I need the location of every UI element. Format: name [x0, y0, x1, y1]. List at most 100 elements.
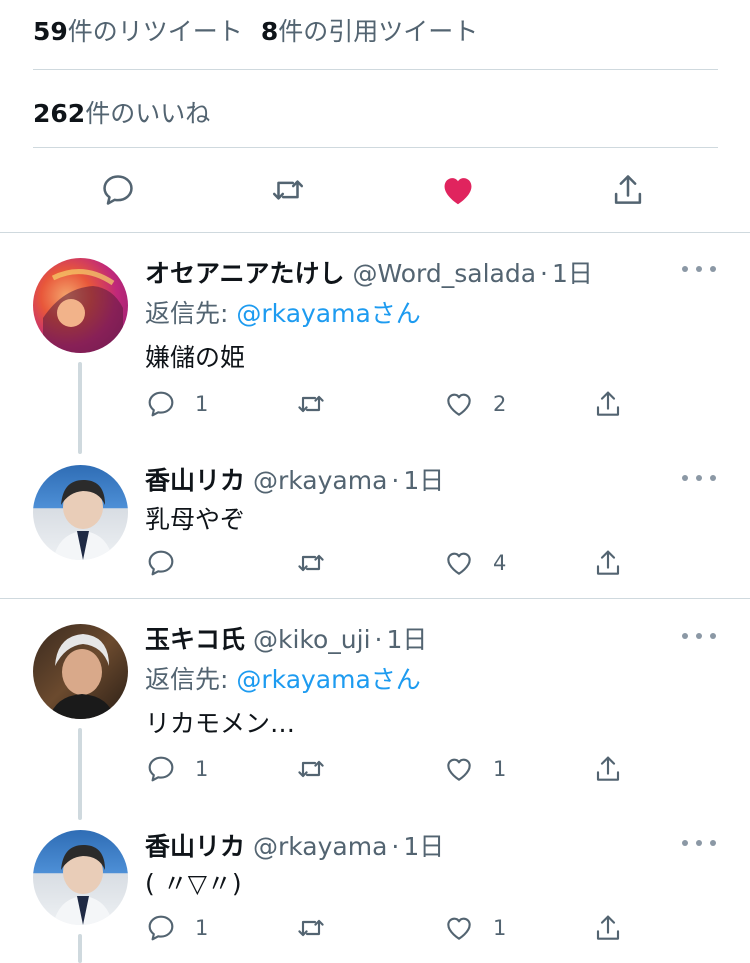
- reply-icon: [103, 175, 133, 205]
- avatar[interactable]: [33, 465, 128, 560]
- timestamp[interactable]: 1日: [403, 832, 444, 861]
- timestamp[interactable]: 1日: [552, 259, 593, 288]
- display-name[interactable]: 香山リカ: [145, 832, 245, 861]
- avatar-photo: [53, 844, 113, 925]
- divider: [0, 598, 750, 599]
- avatar-illustration: [43, 269, 123, 353]
- tweet-text: ( 〃▽〃): [145, 869, 242, 898]
- heart-icon: [447, 393, 471, 416]
- more-options-button[interactable]: [682, 264, 716, 274]
- reply-to-prefix: 返信先:: [145, 299, 237, 328]
- tweet-text: リカモメン…: [145, 709, 296, 738]
- display-name[interactable]: オセアニアたけし: [145, 259, 345, 288]
- reply-to: 返信先: @rkayamaさん: [145, 294, 421, 330]
- handle[interactable]: @Word_salada: [352, 259, 536, 288]
- display-name[interactable]: 玉キコ氏: [145, 625, 245, 654]
- reply-button[interactable]: [145, 543, 195, 583]
- share-icon: [596, 550, 620, 575]
- share-icon: [596, 915, 620, 940]
- retweet-count: 59: [33, 17, 68, 46]
- like-count: 4: [493, 551, 507, 575]
- avatar-photo: [53, 479, 113, 560]
- retweet-stat[interactable]: 59件のリツイート: [33, 17, 243, 46]
- display-name[interactable]: 香山リカ: [145, 466, 245, 495]
- share-icon: [614, 175, 642, 204]
- tweet-actions: 1 2: [145, 384, 645, 424]
- tweet-header: オセアニアたけし @Word_salada · 1日: [145, 259, 593, 288]
- thread-line: [78, 728, 82, 820]
- retweet-button[interactable]: [295, 749, 327, 789]
- reply-icon: [148, 756, 174, 782]
- reply-button[interactable]: [98, 170, 138, 210]
- like-stat[interactable]: 262件のいいね: [33, 94, 210, 130]
- more-options-button[interactable]: [682, 631, 716, 641]
- retweet-icon: [298, 919, 324, 937]
- like-button[interactable]: [438, 170, 478, 210]
- avatar[interactable]: [33, 830, 128, 925]
- retweet-button[interactable]: [295, 384, 327, 424]
- share-button[interactable]: [592, 908, 624, 948]
- tweet-text: 嫌儲の姫: [145, 343, 246, 372]
- reply-count: 1: [195, 757, 209, 781]
- thread-line: [78, 934, 82, 963]
- share-button[interactable]: [608, 170, 648, 210]
- like-button[interactable]: 2: [443, 384, 506, 424]
- like-button[interactable]: 4: [443, 543, 506, 583]
- more-options-button[interactable]: [682, 473, 716, 483]
- retweet-icon: [298, 760, 324, 778]
- tweet-header: 香山リカ @rkayama · 1日: [145, 466, 445, 495]
- heart-icon: [447, 552, 471, 575]
- more-options-button[interactable]: [682, 838, 716, 848]
- timestamp[interactable]: 1日: [386, 625, 427, 654]
- reply-button[interactable]: 1: [145, 384, 208, 424]
- reply-to-prefix: 返信先:: [145, 665, 237, 694]
- reply-count: 1: [195, 392, 209, 416]
- retweet-icon: [298, 554, 324, 572]
- quote-count: 8: [260, 17, 279, 46]
- retweet-icon: [298, 395, 324, 413]
- retweet-quote-stats: 59件のリツイート 8件の引用ツイート: [33, 12, 478, 48]
- tweet-actions: 4: [145, 543, 645, 583]
- like-count: 1: [493, 757, 507, 781]
- retweet-button[interactable]: [295, 543, 327, 583]
- heart-icon: [447, 917, 471, 940]
- divider: [33, 147, 718, 148]
- reply-mention-link[interactable]: @rkayamaさん: [236, 665, 420, 694]
- share-icon: [596, 391, 620, 416]
- divider: [0, 232, 750, 233]
- like-button[interactable]: 1: [443, 908, 506, 948]
- timestamp[interactable]: 1日: [403, 466, 444, 495]
- like-count: 2: [493, 392, 507, 416]
- avatar[interactable]: [33, 624, 128, 719]
- retweet-button[interactable]: [295, 908, 327, 948]
- reply-count: 1: [195, 916, 209, 940]
- like-label: 件のいいね: [85, 99, 211, 128]
- thread-line: [78, 362, 82, 454]
- retweet-button[interactable]: [268, 170, 308, 210]
- handle[interactable]: @kiko_uji: [253, 625, 371, 654]
- reply-button[interactable]: 1: [145, 908, 208, 948]
- handle[interactable]: @rkayama: [253, 832, 387, 861]
- avatar-photo: [49, 634, 115, 719]
- retweet-label: 件のリツイート: [67, 17, 243, 46]
- share-button[interactable]: [592, 543, 624, 583]
- share-button[interactable]: [592, 749, 624, 789]
- handle[interactable]: @rkayama: [253, 466, 387, 495]
- avatar[interactable]: [33, 258, 128, 353]
- reply-button[interactable]: 1: [145, 749, 208, 789]
- tweet-actions: 1 1: [145, 908, 645, 948]
- reply-icon: [148, 391, 174, 417]
- retweet-icon: [272, 180, 304, 200]
- like-button[interactable]: 1: [443, 749, 506, 789]
- share-icon: [596, 756, 620, 781]
- reply-icon: [148, 550, 174, 576]
- reply-to: 返信先: @rkayamaさん: [145, 660, 421, 696]
- tweet-header: 玉キコ氏 @kiko_uji · 1日: [145, 625, 428, 654]
- heart-filled-icon: [444, 178, 472, 205]
- quote-stat[interactable]: 8件の引用ツイート: [261, 17, 478, 46]
- reply-icon: [148, 915, 174, 941]
- tweet-header: 香山リカ @rkayama · 1日: [145, 832, 445, 861]
- quote-label: 件の引用ツイート: [278, 17, 479, 46]
- share-button[interactable]: [592, 384, 624, 424]
- reply-mention-link[interactable]: @rkayamaさん: [236, 299, 420, 328]
